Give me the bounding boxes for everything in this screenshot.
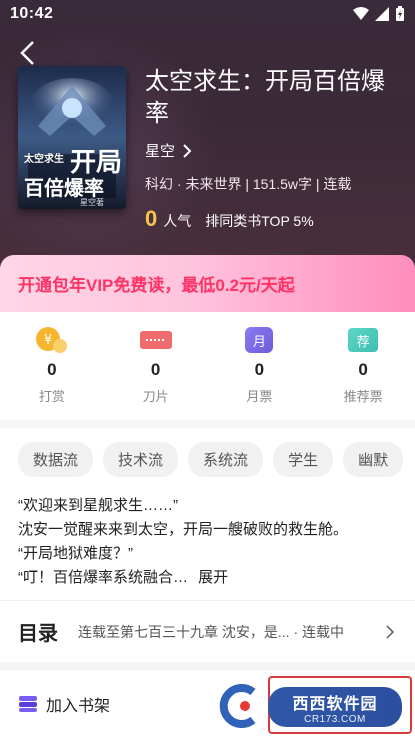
tag-item[interactable]: 学生 <box>273 442 334 477</box>
catalog-latest-chapter: 连载至第七百三十九章 沈安，是... · 连载中 <box>78 623 344 640</box>
author-name: 星空 <box>145 143 176 160</box>
section-divider <box>0 662 415 670</box>
synopsis-line: “欢迎来到星舰求生……” <box>18 497 178 514</box>
book-cover[interactable]: 太空求生 开局 百倍爆率 星空著 <box>18 66 126 209</box>
tag-item[interactable]: 系统流 <box>188 442 264 477</box>
expand-button[interactable]: 展开 <box>198 569 228 586</box>
reward-tip[interactable]: ¥ 0 打赏 <box>0 312 104 420</box>
cover-prefix: 太空求生 <box>24 154 64 165</box>
status-time: 10:42 <box>10 5 54 22</box>
cover-author: 星空著 <box>80 198 104 207</box>
tag-item[interactable]: 数据流 <box>18 442 94 477</box>
monthly-ticket-icon: 月 <box>242 326 276 354</box>
bookshelf-icon <box>19 696 37 712</box>
chevron-right-icon <box>386 624 395 639</box>
reward-recommend-ticket[interactable]: 荐 0 推荐票 <box>311 312 415 420</box>
synopsis-line: “开局地狱难度？” <box>18 545 133 562</box>
recommend-ticket-icon: 荐 <box>346 326 380 354</box>
book-header: 10:42 太空求生 开局 百倍爆率 星空著 太空求生：开局百倍爆率 星空 科幻… <box>0 0 415 272</box>
watermark-brand: 西西软件园 <box>292 695 378 713</box>
add-to-shelf-label: 加入书架 <box>46 698 111 715</box>
watermark-url: CR173.COM <box>304 713 366 725</box>
vip-banner-text: 开通包年VIP免费读，最低0.2元/天起 <box>18 276 295 295</box>
reward-recommend-value: 0 <box>358 360 368 379</box>
reward-blade-label: 刀片 <box>142 389 169 404</box>
reward-monthly-ticket[interactable]: 月 0 月票 <box>208 312 312 420</box>
status-icons <box>353 6 405 22</box>
battery-icon <box>396 6 404 21</box>
book-meta: 科幻 · 未来世界 | 151.5w字 | 连载 <box>145 176 352 192</box>
reward-blade[interactable]: 0 刀片 <box>104 312 208 420</box>
book-stats: 0 人气 排同类书TOP 5% <box>145 206 314 232</box>
catalog-row[interactable]: 目录 连载至第七百三十九章 沈安，是... · 连载中 <box>0 600 415 662</box>
monthly-ticket-badge: 月 <box>245 327 274 353</box>
reward-blade-value: 0 <box>150 360 161 379</box>
vip-banner[interactable]: 开通包年VIP免费读，最低0.2元/天起 <box>0 255 415 312</box>
reward-tip-label: 打赏 <box>38 389 65 404</box>
tag-item[interactable]: 幽默 <box>343 442 404 477</box>
reward-row: ¥ 0 打赏 0 刀片 月 0 月票 荐 0 推荐票 <box>0 312 415 420</box>
watermark-badge: 西西软件园 CR173.COM <box>268 687 402 727</box>
recommend-ticket-badge: 荐 <box>348 328 379 352</box>
synopsis-line: “叮！百倍爆率系统融合… <box>18 569 188 586</box>
watermark-logo-icon <box>219 684 256 728</box>
add-to-shelf-button[interactable]: 加入书架 <box>18 692 110 716</box>
svg-text:¥: ¥ <box>44 333 52 348</box>
popularity-label: 人气 <box>163 213 192 229</box>
reward-tip-value: 0 <box>47 360 57 379</box>
chevron-right-icon <box>183 143 192 158</box>
catalog-title: 目录 <box>18 623 58 645</box>
synopsis[interactable]: “欢迎来到星舰求生……” 沈安一觉醒来来到太空，开局一艘破败的救生舱。 “开局地… <box>18 494 408 590</box>
signal-icon <box>375 7 389 21</box>
coin-reward-icon: ¥ <box>35 326 69 354</box>
popularity-value: 0 <box>145 206 158 231</box>
back-arrow-icon <box>20 41 34 65</box>
reward-recommend-label: 推荐票 <box>343 389 383 404</box>
status-bar: 10:42 <box>0 0 415 28</box>
back-button[interactable] <box>12 38 42 68</box>
rank-text: 排同类书TOP 5% <box>205 213 314 229</box>
tag-item[interactable]: 技术流 <box>103 442 179 477</box>
synopsis-line: 沈安一觉醒来来到太空，开局一艘破败的救生舱。 <box>18 521 349 538</box>
reward-monthly-label: 月票 <box>246 389 273 404</box>
author-link[interactable]: 星空 <box>145 140 192 161</box>
reward-monthly-value: 0 <box>254 360 265 379</box>
synopsis-line-last: “叮！百倍爆率系统融合… 展开 <box>18 566 408 590</box>
wifi-icon <box>353 7 369 20</box>
book-title: 太空求生：开局百倍爆率 <box>145 68 385 127</box>
tag-list: 数据流 技术流 系统流 学生 幽默 <box>18 442 404 477</box>
blade-icon <box>139 326 173 354</box>
section-divider <box>0 420 415 428</box>
